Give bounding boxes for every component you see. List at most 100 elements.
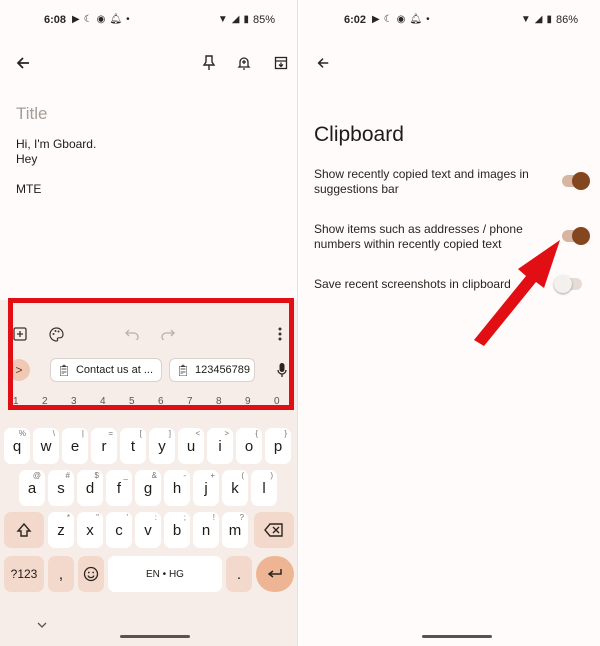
archive-icon[interactable]: [270, 52, 292, 74]
reminder-bell-icon[interactable]: [233, 52, 255, 74]
key-label: y: [158, 437, 166, 455]
key[interactable]: s #: [48, 470, 74, 506]
key-label: .: [236, 565, 242, 583]
key[interactable]: l): [251, 470, 277, 506]
key[interactable]: b;: [164, 512, 190, 548]
keyboard-hide-chevron-icon[interactable]: [34, 618, 50, 632]
key-label: o: [244, 437, 254, 455]
key[interactable]: i >: [207, 428, 233, 464]
key[interactable]: f _: [106, 470, 132, 506]
key[interactable]: d $: [77, 470, 103, 506]
key[interactable]: p}: [265, 428, 291, 464]
key-label: h: [172, 479, 182, 497]
comma-key[interactable]: ,: [48, 556, 74, 592]
key-hint: |: [81, 429, 84, 438]
do-not-disturb-icon: ☾: [383, 14, 393, 25]
key[interactable]: n!: [193, 512, 219, 548]
key[interactable]: y]: [149, 428, 175, 464]
status-time: 6:08: [44, 14, 67, 26]
key[interactable]: v:: [135, 512, 161, 548]
key-hint: $: [94, 471, 99, 480]
back-arrow-icon[interactable]: [12, 52, 34, 74]
key-label: i: [218, 437, 222, 455]
key-label: g: [143, 479, 153, 497]
key-hint: @: [32, 471, 41, 480]
key[interactable]: h-: [164, 470, 190, 506]
highlight-frame: [8, 298, 294, 410]
note-body-line[interactable]: Hey: [16, 152, 37, 166]
key-hint: !: [212, 513, 215, 522]
key-label: b: [172, 521, 182, 539]
key-hint: *: [66, 513, 70, 522]
emoji-icon: [83, 566, 99, 582]
space-key[interactable]: EN • HG: [108, 556, 222, 592]
key-hint: &: [151, 471, 157, 480]
gesture-nav-bar[interactable]: [120, 635, 190, 638]
signal-icon: ◢: [231, 14, 240, 25]
key-label: u: [186, 437, 196, 455]
enter-key[interactable]: [256, 556, 294, 592]
system-icons: ▼ ◢ ▮ 85%: [218, 14, 275, 26]
key[interactable]: a @: [19, 470, 45, 506]
key[interactable]: q%: [4, 428, 30, 464]
key-label: k: [231, 479, 239, 497]
toggle-addresses-phone-numbers[interactable]: [562, 227, 590, 245]
key-hint: ': [126, 513, 128, 522]
key[interactable]: g &: [135, 470, 161, 506]
symbols-key[interactable]: ?123: [4, 556, 44, 592]
status-time: 6:02: [344, 14, 367, 26]
notification-bell-icon: 🔔︎: [409, 14, 423, 25]
key[interactable]: x ": [77, 512, 103, 548]
annotation-arrow: [474, 240, 560, 346]
spotify-icon: ◉: [396, 14, 406, 25]
back-arrow-icon[interactable]: [312, 52, 334, 74]
key-label: j: [204, 479, 208, 497]
key[interactable]: j +: [193, 470, 219, 506]
enter-arrow-icon: [267, 569, 282, 578]
gesture-nav-bar[interactable]: [422, 635, 492, 638]
key-hint: ): [270, 471, 273, 480]
key-hint: [: [139, 429, 142, 438]
right-phone-screen: 6:02 ▶ ☾ ◉ 🔔︎ • ▼ ◢ ▮ 86% Clipboard Show…: [300, 0, 600, 646]
key-hint: ": [96, 513, 99, 522]
status-bar: 6:08 ▶ ☾ ◉ 🔔︎ • ▼ ◢ ▮ 85%: [0, 14, 297, 32]
note-body-line[interactable]: MTE: [16, 182, 41, 196]
key[interactable]: c ': [106, 512, 132, 548]
note-title-input[interactable]: Title: [16, 104, 48, 124]
notification-icons: ▶ ☾ ◉ 🔔︎ •: [372, 14, 430, 26]
shift-key[interactable]: [4, 512, 44, 548]
backspace-key[interactable]: [254, 512, 294, 548]
key-label: f: [116, 479, 122, 497]
key[interactable]: u <: [178, 428, 204, 464]
note-body-line[interactable]: Hi, I'm Gboard.: [16, 137, 96, 151]
key[interactable]: k(: [222, 470, 248, 506]
emoji-key[interactable]: [78, 556, 104, 592]
key[interactable]: m?: [222, 512, 248, 548]
key-hint: ?: [239, 513, 244, 522]
battery-icon: ▮: [546, 14, 552, 25]
backspace-icon: [264, 523, 283, 537]
key-hint: ;: [183, 513, 186, 522]
key-label: t: [130, 437, 136, 455]
key-label: d: [85, 479, 95, 497]
key-hint: _: [123, 471, 128, 480]
battery-percent: 85%: [252, 14, 275, 26]
period-key[interactable]: .: [226, 556, 252, 592]
dot-icon: •: [426, 14, 430, 25]
key-hint: >: [224, 429, 229, 438]
key-label: p: [273, 437, 283, 455]
key[interactable]: o{: [236, 428, 262, 464]
key-label: r: [101, 437, 107, 455]
setting-recent-copied-text[interactable]: Show recently copied text and images in …: [314, 167, 542, 197]
key[interactable]: w \: [33, 428, 59, 464]
key-hint: -: [183, 471, 186, 480]
pin-icon[interactable]: [198, 52, 220, 74]
key[interactable]: z *: [48, 512, 74, 548]
key[interactable]: r =: [91, 428, 117, 464]
toggle-recent-copied-text[interactable]: [562, 172, 590, 190]
key[interactable]: t[: [120, 428, 146, 464]
notification-icons: ▶ ☾ ◉ 🔔︎ •: [72, 14, 130, 26]
key-hint: #: [65, 471, 70, 480]
key-hint: =: [108, 429, 113, 438]
key[interactable]: e |: [62, 428, 88, 464]
